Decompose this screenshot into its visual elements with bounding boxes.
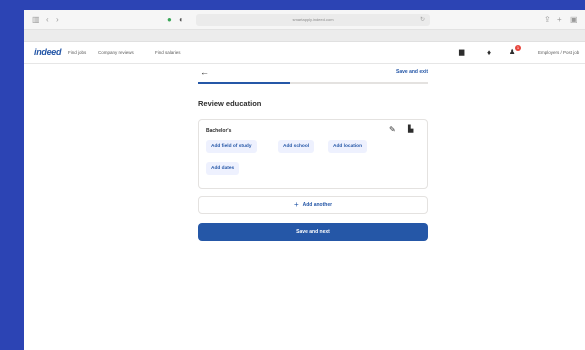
save-and-next-button[interactable]: Save and next — [198, 223, 428, 241]
plus-icon: + — [293, 200, 299, 209]
site-header: indeed Find jobs Company reviews Find sa… — [24, 42, 585, 64]
trash-icon[interactable]: ▙ — [408, 125, 413, 134]
education-entry-card: Bachelor's ✎ ▙ Add field of study Add sc… — [198, 119, 428, 189]
back-icon[interactable]: ‹ — [46, 15, 49, 25]
privacy-icon[interactable]: ● — [167, 15, 172, 25]
employers-link[interactable]: Employers / Post job — [538, 50, 579, 55]
add-location-button[interactable]: Add location — [328, 140, 368, 153]
browser-toolbar: ▥ ‹ › ● ◐ smartapply.indeed.com ↻ ⇪ + ▣ — [24, 10, 585, 30]
indeed-logo[interactable]: indeed — [34, 47, 62, 57]
nav-company-reviews[interactable]: Company reviews — [98, 50, 134, 55]
add-field-of-study-button[interactable]: Add field of study — [206, 140, 257, 153]
nav-find-jobs[interactable]: Find jobs — [68, 50, 86, 55]
reload-icon[interactable]: ↻ — [420, 14, 425, 26]
notifications-icon[interactable]: ♦ — [487, 48, 491, 57]
progress-fill — [198, 82, 290, 84]
add-another-label: Add another — [302, 202, 333, 208]
tabs-icon[interactable]: ▣ — [570, 15, 578, 25]
notification-badge: 1 — [515, 45, 521, 51]
shield-icon[interactable]: ◐ — [179, 15, 184, 25]
address-bar[interactable]: smartapply.indeed.com ↻ — [196, 14, 430, 26]
nav-find-salaries[interactable]: Find salaries — [155, 50, 181, 55]
sidebar-icon[interactable]: ▥ — [32, 15, 40, 25]
add-school-button[interactable]: Add school — [278, 140, 315, 153]
address-url: smartapply.indeed.com — [292, 17, 334, 22]
degree-label: Bachelor's — [206, 128, 232, 134]
new-tab-icon[interactable]: + — [557, 15, 562, 25]
forward-icon[interactable]: › — [56, 15, 59, 25]
progress-bar — [198, 82, 428, 84]
browser-window: ▥ ‹ › ● ◐ smartapply.indeed.com ↻ ⇪ + ▣ … — [24, 10, 585, 350]
messages-icon[interactable]: ▆ — [459, 48, 464, 57]
add-dates-button[interactable]: Add dates — [206, 162, 240, 175]
edit-icon[interactable]: ✎ — [389, 125, 396, 134]
share-icon[interactable]: ⇪ — [544, 15, 551, 25]
save-and-exit-link[interactable]: Save and exit — [396, 69, 428, 75]
add-another-button[interactable]: + Add another — [198, 196, 428, 214]
profile-icon[interactable]: ♟ — [509, 48, 515, 57]
page-title: Review education — [198, 99, 262, 108]
back-arrow-icon[interactable]: ← — [200, 67, 209, 77]
tab-strip — [24, 30, 585, 42]
